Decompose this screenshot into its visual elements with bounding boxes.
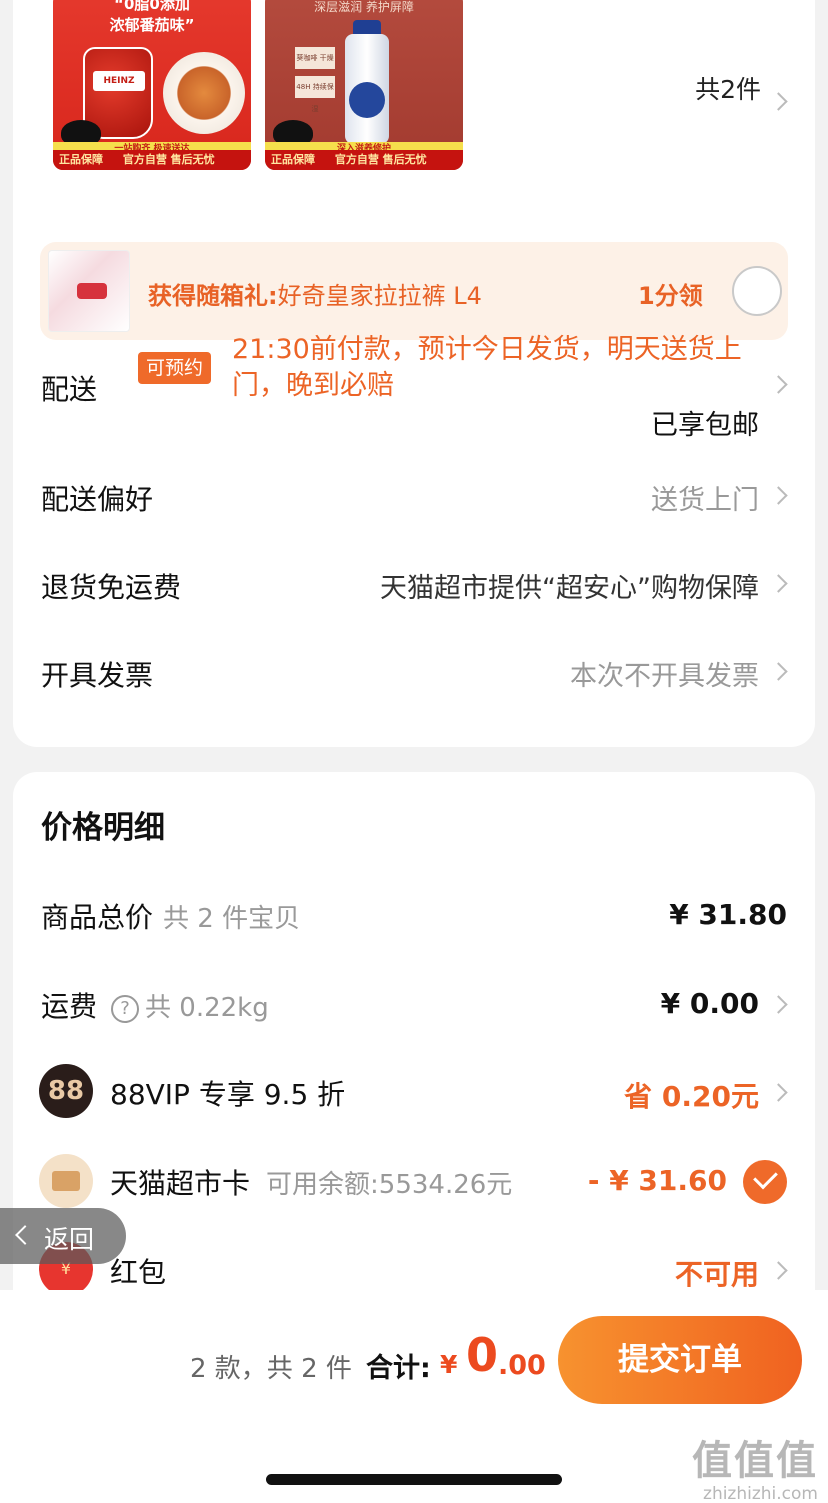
supermarket-card-label-text: 天猫超市卡 [110,1167,251,1200]
card-deduction-amount: - ¥ 31.60 [587,1164,727,1197]
chevron-right-icon [769,486,788,505]
shipping-label: 运费? 共 0.22kg [41,985,269,1025]
delivery-text: 21:30前付款，预计今日发货，明天送货上门，晚到必赔 [232,334,742,401]
thumb-headline: 深层滋润 养护屏障 [314,0,414,14]
item-summary: 2 款，共 2 件 [190,1354,352,1384]
submit-order-button[interactable]: 提交订单 [558,1316,802,1404]
price-detail-card: 价格明细 商品总价共 2 件宝贝 ¥ 31.80 运费? 共 0.22kg ¥ 0… [13,772,815,1332]
thumb-headline-2: 浓郁番茄味” [109,16,195,34]
gift-product-image [48,250,130,332]
product-thumbnail-ketchup[interactable]: “0脂0添加 浓郁番茄味” HEINZ 一站购齐 极速送达 正品保障 官方自营 … [53,0,251,170]
help-icon[interactable]: ? [111,995,140,1023]
total-label: 合计: [366,1353,431,1384]
pasta-plate-image [163,52,245,134]
invoice-label: 开具发票 [41,659,154,692]
thumb-footer-right: 官方自营 售后无忧 [334,153,427,166]
items-count: 共2件 [695,75,761,104]
delivery-label: 配送 [41,373,98,406]
shipping-weight: 共 0.22kg [145,993,269,1023]
subtotal-amount: ¥ 31.80 [669,898,787,931]
chevron-right-icon [769,1083,788,1102]
return-shipping-label: 退货免运费 [41,571,182,604]
reservation-badge: 可预约 [138,352,212,384]
back-label: 返回 [44,1225,95,1254]
gift-title: 获得随箱礼:好奇皇家拉拉裤 L4 [148,276,482,311]
shipping-label-text: 运费 [41,990,98,1023]
thumb-footer: 正品保障 官方自营 售后无忧 [265,150,463,170]
supermarket-card-label: 天猫超市卡 可用余额:5534.26元 [110,1162,512,1202]
chevron-right-icon [769,995,788,1014]
total-amount-decimal: .00 [498,1350,546,1381]
watermark-logo: 值值值 [692,1437,818,1484]
chevron-right-icon [769,375,788,394]
thumb-footer-left: 正品保障 [271,153,315,166]
watermark-url: zhizhizhi.com [703,1484,818,1503]
gift-radio-button[interactable] [732,266,782,316]
order-items-content: “0脂0添加 浓郁番茄味” HEINZ 一站购齐 极速送达 正品保障 官方自营 … [13,0,815,747]
thumb-footer: 正品保障 官方自营 售后无忧 [53,150,251,170]
delivery-preference-label: 配送偏好 [41,483,154,516]
checkmark-icon[interactable] [743,1160,787,1204]
invoice-value: 本次不开具发票 [570,661,759,692]
thumb-tag-1: 葵咖啡 干燥肌 [295,47,335,84]
chevron-right-icon [769,662,788,681]
thumb-tag-2: 48H 持续保湿 [295,76,335,113]
bottle-label-image [349,82,385,118]
product-thumbnail-lotion[interactable]: 深层滋润 养护屏障 葵咖啡 干燥肌 48H 持续保湿 深入滋养修护 正品保障 官… [265,0,463,170]
gift-price: 1分领 [638,282,703,310]
back-button[interactable]: 返回 [0,1208,126,1264]
price-detail-title: 价格明细 [41,810,165,846]
currency-symbol: ¥ [440,1350,458,1379]
card-icon [39,1154,93,1208]
total-amount-integer: 0 [466,1328,499,1382]
subtotal-count: 共 2 件宝贝 [163,904,301,934]
vip-discount-label: 88VIP 专享 9.5 折 [110,1078,346,1111]
shipping-amount: ¥ 0.00 [660,987,759,1020]
free-shipping-text: 已享包邮 [651,410,759,441]
gift-label: 获得随箱礼: [148,282,278,310]
return-shipping-value: 天猫超市提供“超安心”购物保障 [380,573,759,604]
thumb-headline: “0脂0添加 [114,0,190,13]
red-packet-label: 红包 [110,1256,167,1289]
thumb-footer-left: 正品保障 [59,153,103,166]
vip-discount-amount: 省 0.20元 [624,1080,759,1113]
chevron-left-icon [15,1225,35,1245]
red-packet-status: 不可用 [674,1258,759,1291]
order-items-card: “0脂0添加 浓郁番茄味” HEINZ 一站购齐 极速送达 正品保障 官方自营 … [13,0,815,747]
pack-label: HEINZ [93,71,145,91]
88vip-icon: 88 [39,1064,93,1118]
subtotal-label-text: 商品总价 [41,901,154,934]
checkout-bar: 2 款，共 2 件 合计: ¥ 0 .00 提交订单 值值值 zhizhizhi… [0,1290,828,1503]
chevron-right-icon [769,574,788,593]
chevron-right-icon [769,92,788,111]
gift-row[interactable]: 获得随箱礼:好奇皇家拉拉裤 L4 1分领 [40,242,788,340]
home-indicator[interactable] [266,1474,562,1485]
chevron-right-icon [769,1261,788,1280]
subtotal-label: 商品总价共 2 件宝贝 [41,896,300,936]
gift-name: 好奇皇家拉拉裤 L4 [277,282,482,310]
watermark: 值值值 zhizhizhi.com [692,1428,818,1503]
card-balance: 可用余额:5534.26元 [266,1170,513,1200]
delivery-preference-value: 送货上门 [651,485,759,516]
thumb-footer-right: 官方自营 售后无忧 [122,153,215,166]
